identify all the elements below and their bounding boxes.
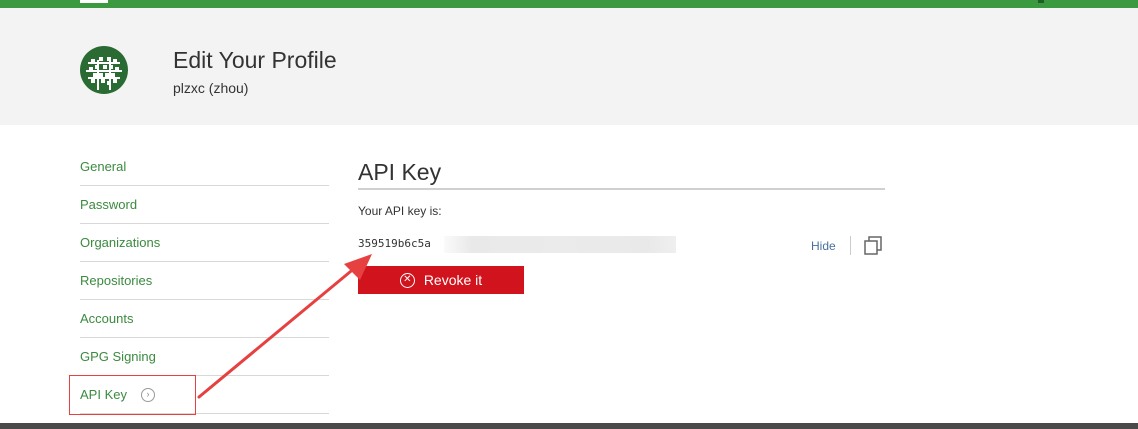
sidebar-item-label: GPG Signing	[80, 349, 156, 364]
sidebar-item-organizations[interactable]: Organizations	[80, 224, 329, 262]
user-menu-icon[interactable]	[1038, 0, 1044, 3]
menu-icon[interactable]	[80, 0, 108, 3]
sidebar-item-label: Password	[80, 197, 138, 212]
revoke-key-button[interactable]: ✕ Revoke it	[358, 266, 524, 294]
bottom-edge-bar	[0, 423, 1138, 429]
section-title: API Key	[358, 159, 442, 185]
action-separator	[850, 236, 851, 255]
sidebar-item-general[interactable]: General	[80, 148, 329, 186]
sidebar-item-label: Organizations	[80, 235, 161, 250]
avatar	[80, 46, 128, 94]
sidebar-item-repositories[interactable]: Repositories	[80, 262, 329, 300]
username-label: plzxc (zhou)	[173, 80, 249, 96]
sidebar-item-label: Accounts	[80, 311, 134, 326]
annotation-highlight-box	[69, 375, 196, 415]
sidebar-item-password[interactable]: Password	[80, 186, 329, 224]
copy-icon[interactable]	[862, 235, 884, 257]
sidebar-item-label: General	[80, 159, 127, 174]
sidebar-item-gpg-signing[interactable]: GPG Signing	[80, 338, 329, 376]
api-key-value: 359519b6c5a	[358, 237, 431, 250]
hide-key-link[interactable]: Hide	[811, 238, 836, 254]
sidebar-item-label: Repositories	[80, 273, 153, 288]
api-key-label: Your API key is:	[358, 204, 442, 218]
sidebar-item-accounts[interactable]: Accounts	[80, 300, 329, 338]
close-circle-icon: ✕	[399, 272, 415, 288]
section-divider	[358, 188, 885, 190]
api-key-redaction	[444, 236, 676, 253]
top-navigation-bar	[0, 0, 1138, 8]
profile-header: Edit Your Profile plzxc (zhou)	[0, 8, 1138, 125]
page-title: Edit Your Profile	[173, 47, 337, 73]
revoke-button-label: Revoke it	[423, 272, 483, 288]
